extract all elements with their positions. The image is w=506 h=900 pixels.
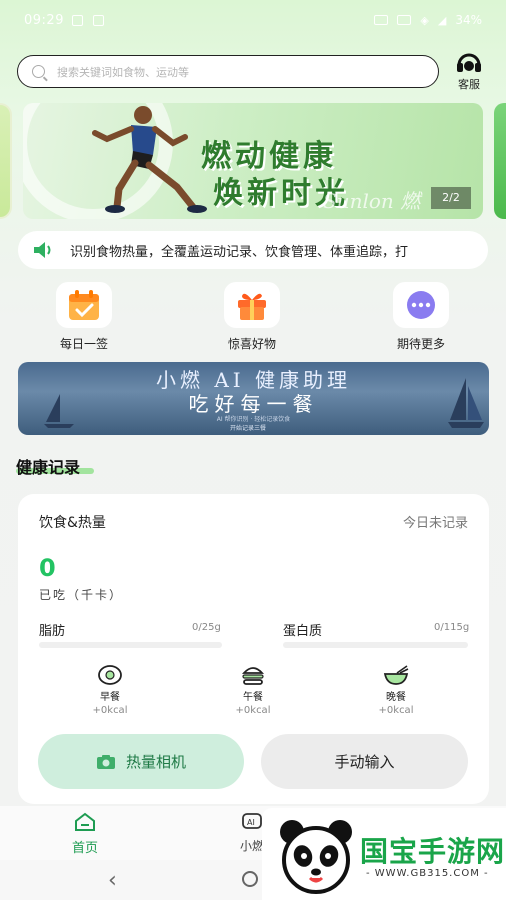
fat-progress-bar	[39, 642, 222, 648]
meal-breakfast[interactable]: 早餐 +0kcal	[70, 664, 150, 716]
ai-banner-subtitle: AI 帮你识别 · 轻松记录饮食	[216, 416, 291, 423]
status-time: 09:29	[24, 13, 64, 28]
watermark-url: - WWW.GB315.COM -	[366, 868, 489, 879]
wifi-icon: ◈	[420, 13, 429, 27]
calorie-camera-button[interactable]: 热量相机	[38, 734, 244, 789]
vibrate-icon	[397, 15, 412, 25]
banner-page-counter: 2/2	[431, 187, 471, 209]
battery-level: 34%	[455, 13, 482, 27]
card-title: 饮食&热量	[39, 515, 106, 531]
breakfast-egg-icon	[98, 665, 122, 685]
home-icon	[75, 812, 95, 831]
promo-banner[interactable]: 燃动健康 焕新时光 Sunlon 燃 2/2	[23, 103, 483, 219]
protein-label: 蛋白质	[283, 624, 323, 639]
search-icon	[32, 65, 45, 78]
nav-home-label: 首页	[71, 841, 98, 856]
signal-icon	[374, 15, 389, 25]
ai-banner-slogan: 吃好每一餐	[188, 392, 319, 416]
ai-assistant-banner[interactable]: 小燃 AI 健康助理 吃好每一餐 AI 帮你识别 · 轻松记录饮食 开始记录三餐	[18, 362, 489, 435]
search-placeholder: 搜索关键词如食物、运动等	[57, 65, 189, 79]
protein-value: 0/115g	[434, 622, 470, 633]
customer-service-button[interactable]: 客服	[451, 51, 487, 91]
meal-lunch[interactable]: 午餐 +0kcal	[213, 664, 293, 716]
banner-prev-peek[interactable]	[0, 103, 12, 219]
calorie-camera-label: 热量相机	[125, 753, 186, 771]
watermark: 国宝手游网 - WWW.GB315.COM -	[262, 808, 506, 900]
quick-action-more[interactable]: 期待更多	[378, 282, 464, 352]
announcement-text: 识别食物热量，全覆盖运动记录、饮食管理、体重追踪，打	[70, 244, 409, 260]
more-dots-icon	[407, 291, 435, 319]
calendar-check-icon	[69, 290, 99, 320]
record-status[interactable]: 今日未记录	[403, 512, 468, 531]
meal-name: 早餐	[100, 692, 120, 703]
meal-kcal: +0kcal	[92, 705, 128, 716]
back-icon[interactable]: ‹	[108, 868, 117, 893]
kcal-eaten-value: 0	[39, 554, 56, 582]
customer-service-label: 客服	[458, 78, 480, 91]
quick-action-label: 每日一签	[59, 337, 108, 351]
banner-next-peek[interactable]	[494, 103, 506, 219]
manual-input-button[interactable]: 手动输入	[261, 734, 468, 789]
ai-banner-cta[interactable]: 开始记录三餐	[230, 423, 266, 432]
kcal-eaten-label: 已吃（千卡）	[39, 588, 124, 602]
ai-chat-icon: AI	[242, 813, 262, 829]
speaker-icon	[34, 242, 51, 258]
meal-name: 午餐	[243, 692, 263, 703]
fat-value: 0/25g	[192, 622, 221, 633]
announcement-bar[interactable]: 识别食物热量，全覆盖运动记录、饮食管理、体重追踪，打	[18, 231, 488, 269]
lunch-burger-icon	[241, 667, 265, 685]
manual-input-label: 手动输入	[334, 753, 395, 771]
meal-kcal: +0kcal	[235, 705, 271, 716]
status-bar: 09:29 ◈ ◢ 34%	[0, 0, 506, 44]
system-status-icons: ◈ ◢ 34%	[374, 13, 482, 27]
svg-text:AI: AI	[247, 818, 255, 827]
fat-label: 脂肪	[39, 624, 66, 639]
nav-home[interactable]: 首页	[62, 812, 108, 856]
section-title-health-records: 健康记录	[16, 458, 81, 477]
meal-name: 晚餐	[386, 692, 406, 703]
mail-icon	[72, 15, 83, 26]
quick-action-daily-sign[interactable]: 每日一签	[41, 282, 127, 352]
dinner-bowl-icon	[383, 665, 409, 685]
protein-progress-bar	[283, 642, 468, 648]
watermark-brand: 国宝手游网	[360, 835, 506, 868]
app-notification-icon	[93, 15, 104, 26]
home-circle-icon[interactable]	[242, 871, 258, 887]
notification-icons	[72, 15, 104, 26]
banner-signature: Sunlon 燃	[323, 189, 421, 213]
quick-action-label: 惊喜好物	[227, 337, 276, 351]
quick-action-gifts[interactable]: 惊喜好物	[209, 282, 295, 352]
meal-kcal: +0kcal	[378, 705, 414, 716]
panda-logo-icon	[280, 820, 352, 894]
camera-icon	[96, 754, 115, 769]
quick-action-label: 期待更多	[396, 337, 445, 351]
gift-icon	[238, 293, 266, 320]
headset-icon	[457, 53, 481, 72]
diet-calorie-card: 饮食&热量 今日未记录 0 已吃（千卡） 脂肪 0/25g 蛋白质 0/115g…	[18, 494, 489, 804]
search-input[interactable]: 搜索关键词如食物、运动等	[17, 55, 439, 88]
cell-signal-icon: ◢	[437, 13, 447, 27]
meal-dinner[interactable]: 晚餐 +0kcal	[356, 664, 436, 716]
